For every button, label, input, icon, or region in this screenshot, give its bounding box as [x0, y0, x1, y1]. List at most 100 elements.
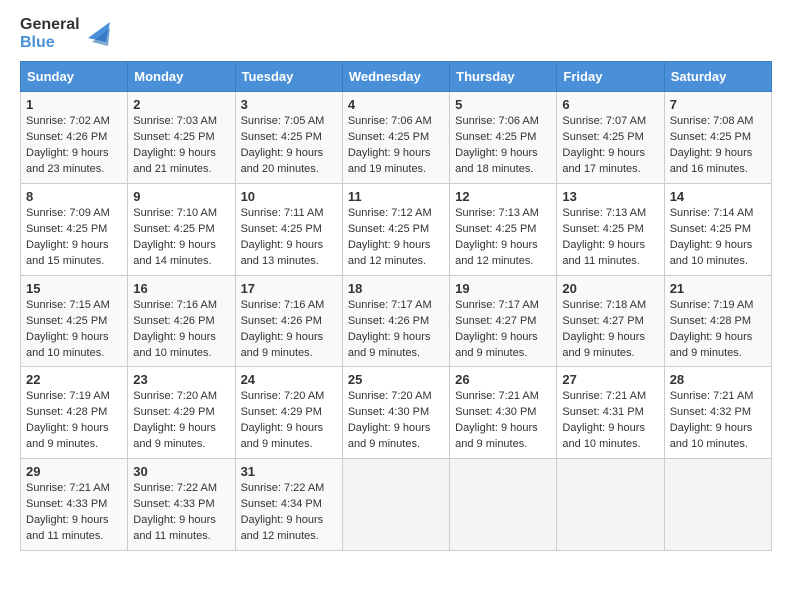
day-info: Sunrise: 7:20 AM Sunset: 4:29 PM Dayligh… — [241, 390, 325, 450]
calendar-cell: 29 Sunrise: 7:21 AM Sunset: 4:33 PM Dayl… — [21, 459, 128, 551]
calendar-cell: 26 Sunrise: 7:21 AM Sunset: 4:30 PM Dayl… — [450, 367, 557, 459]
day-number: 14 — [670, 189, 766, 204]
calendar-cell: 19 Sunrise: 7:17 AM Sunset: 4:27 PM Dayl… — [450, 275, 557, 367]
day-info: Sunrise: 7:02 AM Sunset: 4:26 PM Dayligh… — [26, 115, 110, 175]
calendar-cell: 22 Sunrise: 7:19 AM Sunset: 4:28 PM Dayl… — [21, 367, 128, 459]
calendar-cell: 24 Sunrise: 7:20 AM Sunset: 4:29 PM Dayl… — [235, 367, 342, 459]
logo-bird-icon — [88, 18, 110, 50]
calendar-cell: 17 Sunrise: 7:16 AM Sunset: 4:26 PM Dayl… — [235, 275, 342, 367]
day-info: Sunrise: 7:11 AM Sunset: 4:25 PM Dayligh… — [241, 207, 324, 267]
calendar-cell: 18 Sunrise: 7:17 AM Sunset: 4:26 PM Dayl… — [342, 275, 449, 367]
day-number: 20 — [562, 281, 658, 296]
calendar-cell — [342, 459, 449, 551]
day-number: 17 — [241, 281, 337, 296]
calendar-cell — [557, 459, 664, 551]
calendar-week-1: 1 Sunrise: 7:02 AM Sunset: 4:26 PM Dayli… — [21, 92, 772, 184]
day-info: Sunrise: 7:03 AM Sunset: 4:25 PM Dayligh… — [133, 115, 217, 175]
weekday-header-wednesday: Wednesday — [342, 62, 449, 92]
calendar-cell: 21 Sunrise: 7:19 AM Sunset: 4:28 PM Dayl… — [664, 275, 771, 367]
day-info: Sunrise: 7:06 AM Sunset: 4:25 PM Dayligh… — [455, 115, 539, 175]
day-info: Sunrise: 7:21 AM Sunset: 4:31 PM Dayligh… — [562, 390, 646, 450]
weekday-header-thursday: Thursday — [450, 62, 557, 92]
calendar-cell: 23 Sunrise: 7:20 AM Sunset: 4:29 PM Dayl… — [128, 367, 235, 459]
day-number: 24 — [241, 372, 337, 387]
day-number: 31 — [241, 464, 337, 479]
day-info: Sunrise: 7:19 AM Sunset: 4:28 PM Dayligh… — [670, 299, 754, 359]
calendar-body: 1 Sunrise: 7:02 AM Sunset: 4:26 PM Dayli… — [21, 92, 772, 551]
weekday-header-saturday: Saturday — [664, 62, 771, 92]
calendar-cell: 2 Sunrise: 7:03 AM Sunset: 4:25 PM Dayli… — [128, 92, 235, 184]
day-number: 2 — [133, 97, 229, 112]
weekday-row: SundayMondayTuesdayWednesdayThursdayFrid… — [21, 62, 772, 92]
calendar-cell: 16 Sunrise: 7:16 AM Sunset: 4:26 PM Dayl… — [128, 275, 235, 367]
day-info: Sunrise: 7:19 AM Sunset: 4:28 PM Dayligh… — [26, 390, 110, 450]
day-info: Sunrise: 7:06 AM Sunset: 4:25 PM Dayligh… — [348, 115, 432, 175]
calendar-cell: 8 Sunrise: 7:09 AM Sunset: 4:25 PM Dayli… — [21, 183, 128, 275]
day-number: 13 — [562, 189, 658, 204]
calendar-cell: 31 Sunrise: 7:22 AM Sunset: 4:34 PM Dayl… — [235, 459, 342, 551]
day-number: 18 — [348, 281, 444, 296]
calendar-cell: 11 Sunrise: 7:12 AM Sunset: 4:25 PM Dayl… — [342, 183, 449, 275]
day-number: 8 — [26, 189, 122, 204]
day-info: Sunrise: 7:14 AM Sunset: 4:25 PM Dayligh… — [670, 207, 754, 267]
calendar-cell: 15 Sunrise: 7:15 AM Sunset: 4:25 PM Dayl… — [21, 275, 128, 367]
calendar-cell — [450, 459, 557, 551]
day-info: Sunrise: 7:17 AM Sunset: 4:26 PM Dayligh… — [348, 299, 432, 359]
day-number: 9 — [133, 189, 229, 204]
day-number: 21 — [670, 281, 766, 296]
day-number: 12 — [455, 189, 551, 204]
day-info: Sunrise: 7:18 AM Sunset: 4:27 PM Dayligh… — [562, 299, 646, 359]
day-info: Sunrise: 7:13 AM Sunset: 4:25 PM Dayligh… — [455, 207, 539, 267]
day-number: 28 — [670, 372, 766, 387]
page-header: General Blue — [20, 16, 772, 51]
day-info: Sunrise: 7:20 AM Sunset: 4:29 PM Dayligh… — [133, 390, 217, 450]
calendar-week-2: 8 Sunrise: 7:09 AM Sunset: 4:25 PM Dayli… — [21, 183, 772, 275]
calendar-cell: 7 Sunrise: 7:08 AM Sunset: 4:25 PM Dayli… — [664, 92, 771, 184]
calendar-cell: 13 Sunrise: 7:13 AM Sunset: 4:25 PM Dayl… — [557, 183, 664, 275]
day-info: Sunrise: 7:16 AM Sunset: 4:26 PM Dayligh… — [133, 299, 217, 359]
day-number: 10 — [241, 189, 337, 204]
calendar-cell: 1 Sunrise: 7:02 AM Sunset: 4:26 PM Dayli… — [21, 92, 128, 184]
calendar-cell: 12 Sunrise: 7:13 AM Sunset: 4:25 PM Dayl… — [450, 183, 557, 275]
calendar-cell: 28 Sunrise: 7:21 AM Sunset: 4:32 PM Dayl… — [664, 367, 771, 459]
day-number: 22 — [26, 372, 122, 387]
calendar-week-5: 29 Sunrise: 7:21 AM Sunset: 4:33 PM Dayl… — [21, 459, 772, 551]
weekday-header-monday: Monday — [128, 62, 235, 92]
day-info: Sunrise: 7:21 AM Sunset: 4:32 PM Dayligh… — [670, 390, 754, 450]
day-info: Sunrise: 7:08 AM Sunset: 4:25 PM Dayligh… — [670, 115, 754, 175]
day-info: Sunrise: 7:09 AM Sunset: 4:25 PM Dayligh… — [26, 207, 110, 267]
day-info: Sunrise: 7:22 AM Sunset: 4:34 PM Dayligh… — [241, 482, 325, 542]
day-info: Sunrise: 7:13 AM Sunset: 4:25 PM Dayligh… — [562, 207, 646, 267]
day-info: Sunrise: 7:22 AM Sunset: 4:33 PM Dayligh… — [133, 482, 217, 542]
day-number: 11 — [348, 189, 444, 204]
day-number: 4 — [348, 97, 444, 112]
day-number: 5 — [455, 97, 551, 112]
calendar-week-3: 15 Sunrise: 7:15 AM Sunset: 4:25 PM Dayl… — [21, 275, 772, 367]
day-number: 3 — [241, 97, 337, 112]
day-info: Sunrise: 7:05 AM Sunset: 4:25 PM Dayligh… — [241, 115, 325, 175]
day-info: Sunrise: 7:16 AM Sunset: 4:26 PM Dayligh… — [241, 299, 325, 359]
day-number: 15 — [26, 281, 122, 296]
day-info: Sunrise: 7:15 AM Sunset: 4:25 PM Dayligh… — [26, 299, 110, 359]
calendar-week-4: 22 Sunrise: 7:19 AM Sunset: 4:28 PM Dayl… — [21, 367, 772, 459]
day-info: Sunrise: 7:12 AM Sunset: 4:25 PM Dayligh… — [348, 207, 432, 267]
day-number: 26 — [455, 372, 551, 387]
calendar-cell: 4 Sunrise: 7:06 AM Sunset: 4:25 PM Dayli… — [342, 92, 449, 184]
weekday-header-tuesday: Tuesday — [235, 62, 342, 92]
calendar-table: SundayMondayTuesdayWednesdayThursdayFrid… — [20, 61, 772, 551]
calendar-cell: 3 Sunrise: 7:05 AM Sunset: 4:25 PM Dayli… — [235, 92, 342, 184]
calendar-cell — [664, 459, 771, 551]
logo: General Blue — [20, 16, 110, 51]
logo-blue: Blue — [20, 34, 80, 52]
day-number: 23 — [133, 372, 229, 387]
calendar-cell: 25 Sunrise: 7:20 AM Sunset: 4:30 PM Dayl… — [342, 367, 449, 459]
day-number: 16 — [133, 281, 229, 296]
calendar-cell: 20 Sunrise: 7:18 AM Sunset: 4:27 PM Dayl… — [557, 275, 664, 367]
calendar-cell: 14 Sunrise: 7:14 AM Sunset: 4:25 PM Dayl… — [664, 183, 771, 275]
day-info: Sunrise: 7:20 AM Sunset: 4:30 PM Dayligh… — [348, 390, 432, 450]
day-info: Sunrise: 7:17 AM Sunset: 4:27 PM Dayligh… — [455, 299, 539, 359]
day-info: Sunrise: 7:21 AM Sunset: 4:33 PM Dayligh… — [26, 482, 110, 542]
calendar-cell: 27 Sunrise: 7:21 AM Sunset: 4:31 PM Dayl… — [557, 367, 664, 459]
day-number: 19 — [455, 281, 551, 296]
day-number: 6 — [562, 97, 658, 112]
